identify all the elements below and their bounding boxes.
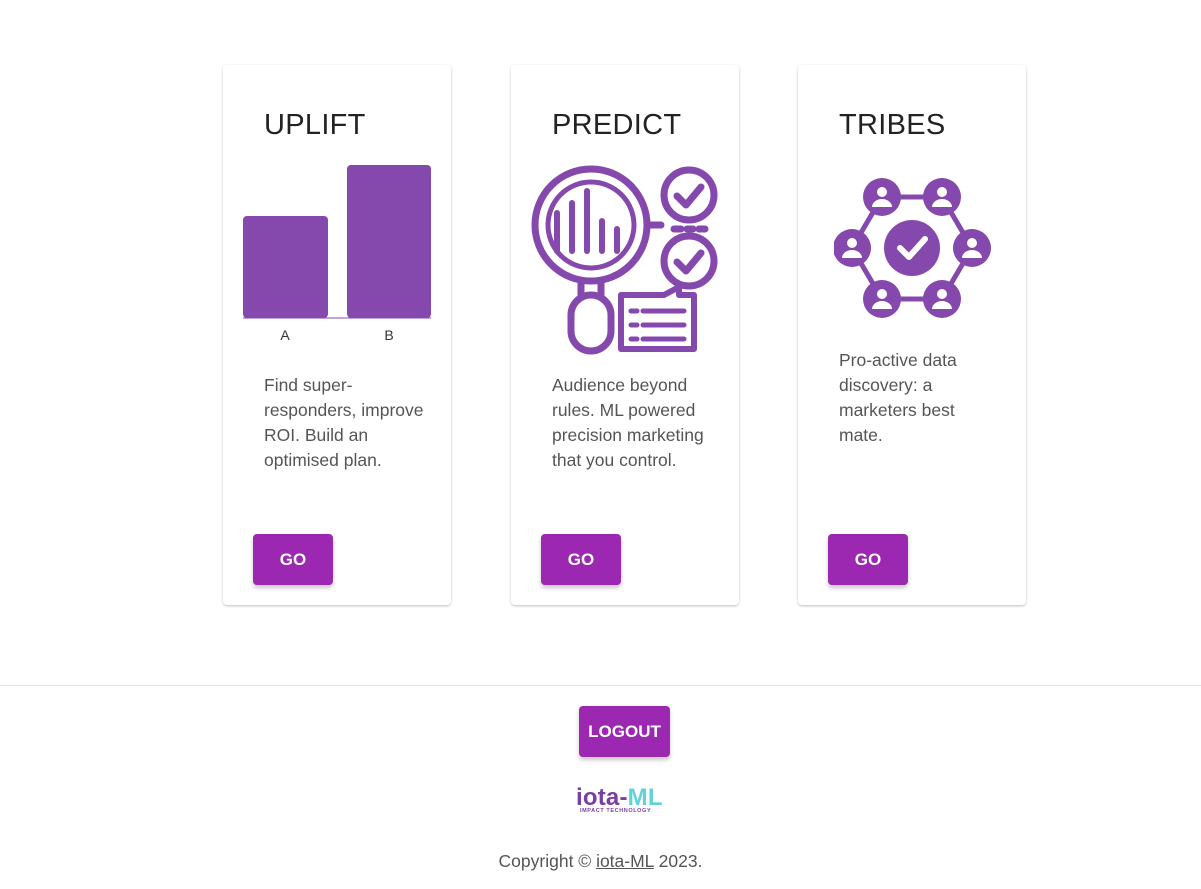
logout-button[interactable]: LOGOUT <box>579 706 670 757</box>
network-people-icon <box>834 178 991 318</box>
tribes-card: TRIBES Pro-active data discovery: a mark… <box>798 65 1026 605</box>
uplift-card: UPLIFT A B Find super-responders, improv… <box>223 65 451 605</box>
bar-b <box>347 165 431 318</box>
bar-label-a: A <box>280 327 290 343</box>
card-title: PREDICT <box>552 109 682 141</box>
iota-ml-logo: iota-ML IMPACT TECHNOLOGY <box>576 784 676 816</box>
uplift-go-button[interactable]: GO <box>253 534 333 585</box>
card-description: Audience beyond rules. ML powered precis… <box>552 375 704 470</box>
predict-card: PREDICT Audience beyond rules. ML powere… <box>511 65 739 605</box>
bar-label-b: B <box>384 327 393 343</box>
ab-bar-chart-icon: A B <box>243 165 431 343</box>
footer-divider <box>0 685 1201 686</box>
magnifier-analytics-icon <box>531 165 718 355</box>
card-description: Pro-active data discovery: a marketers b… <box>839 350 957 445</box>
tribes-go-button[interactable]: GO <box>828 534 908 585</box>
card-title: TRIBES <box>839 109 946 141</box>
card-description: Find super-responders, improve ROI. Buil… <box>264 375 424 470</box>
copyright-link[interactable]: iota-ML <box>596 851 654 871</box>
card-title: UPLIFT <box>264 109 366 141</box>
predict-go-button[interactable]: GO <box>541 534 621 585</box>
logo-tagline: IMPACT TECHNOLOGY <box>580 808 652 814</box>
bar-a <box>243 216 328 318</box>
copyright: Copyright © iota-ML 2023. <box>498 851 703 871</box>
